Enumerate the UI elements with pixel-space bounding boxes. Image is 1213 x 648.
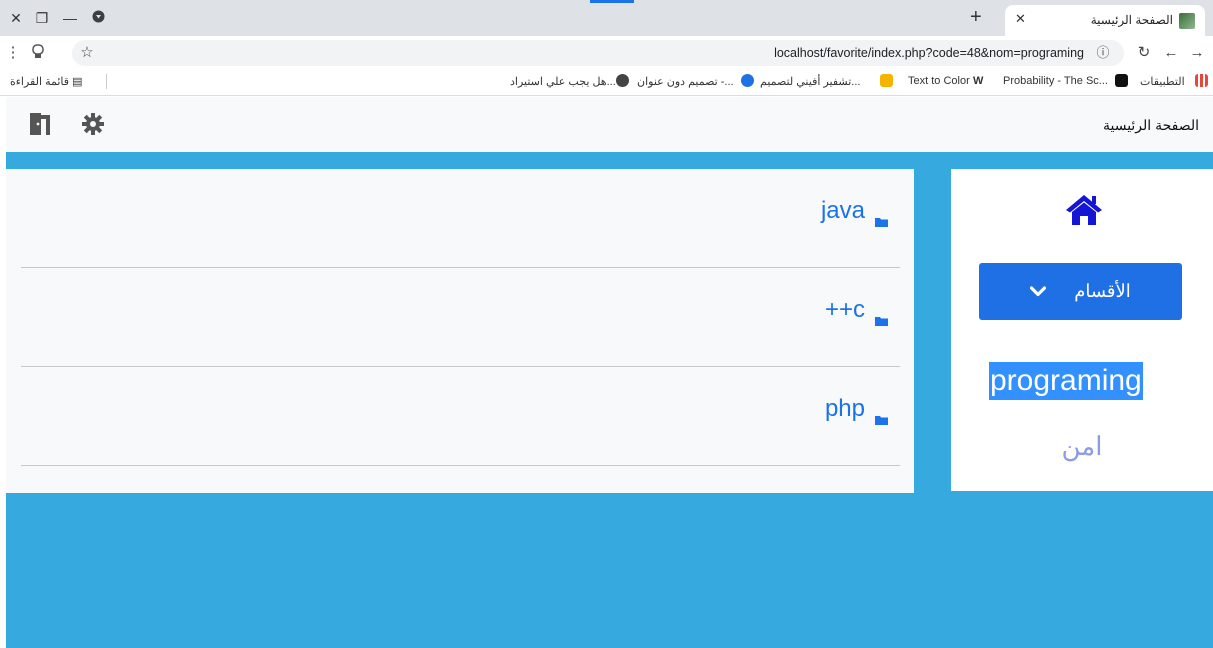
reading-list-icon: ▤ <box>72 76 83 88</box>
extension-icon[interactable] <box>29 44 47 65</box>
list-item: php <box>21 367 900 466</box>
w-logo-icon: W <box>973 75 984 87</box>
subcategory-link[interactable]: c++ <box>824 296 888 326</box>
url-text: localhost/favorite/index.php?code=48&nom… <box>774 46 1084 60</box>
folder-icon <box>875 404 888 425</box>
back-arrow-icon[interactable]: ← <box>1162 44 1180 62</box>
settings-gear-icon[interactable] <box>82 113 104 140</box>
bookmark-item[interactable]: Text to Color <box>908 75 970 87</box>
apps-shortcut[interactable]: التطبيقات <box>1140 75 1185 88</box>
chevron-down-icon <box>1030 281 1047 302</box>
menu-kebab-icon[interactable]: ⋮ <box>4 44 22 62</box>
apps-grid-icon <box>1195 74 1208 87</box>
bookmark-item[interactable]: تشفير أفيني لتصميم... <box>760 75 860 88</box>
site-info-icon[interactable]: ⓘ <box>1094 44 1112 62</box>
subcategory-label: php <box>824 395 865 422</box>
omnibox[interactable]: ☆ localhost/favorite/index.php?code=48&n… <box>72 40 1124 66</box>
bookmark-item[interactable]: هل يجب علي استيراد... <box>510 75 616 88</box>
bookmarks-bar: قائمة القراءة ▤ هل يجب علي استيراد... تص… <box>0 68 1213 96</box>
x-logo-icon <box>1115 74 1128 87</box>
profile-dot-icon[interactable] <box>88 9 108 27</box>
reload-icon[interactable]: ↻ <box>1135 44 1153 62</box>
categories-dropdown-label: الأقسام <box>1074 281 1131 301</box>
category-link[interactable]: امن <box>951 431 1213 462</box>
subcategory-link[interactable]: java <box>820 197 888 227</box>
tab-title: الصفحة الرئيسية <box>1090 13 1173 27</box>
subcategory-list: java c++ php <box>6 169 914 493</box>
reading-list-label: قائمة القراءة <box>10 76 70 88</box>
categories-dropdown-button[interactable]: الأقسام <box>979 263 1182 320</box>
globe-icon <box>616 74 629 87</box>
bookmark-item[interactable]: Probability - The Sc... <box>1003 75 1108 87</box>
list-item: java <box>21 169 900 268</box>
restore-window-icon[interactable]: ❐ <box>32 9 52 27</box>
bookmark-item[interactable]: تصميم دون عنوان -... <box>637 75 734 88</box>
subcategory-link[interactable]: php <box>824 395 888 425</box>
new-tab-button[interactable]: + <box>970 6 982 28</box>
reading-list-button[interactable]: قائمة القراءة ▤ <box>10 75 83 88</box>
logout-door-icon[interactable] <box>28 111 52 142</box>
subcategory-label: java <box>820 197 865 224</box>
close-window-icon[interactable]: ✕ <box>6 9 26 27</box>
canva-icon <box>741 74 754 87</box>
minimize-window-icon[interactable]: — <box>60 9 80 27</box>
site-favicon-icon <box>1179 13 1195 29</box>
tab-drag-indicator <box>590 0 634 3</box>
home-icon[interactable] <box>1065 193 1103 232</box>
list-item: c++ <box>21 268 900 367</box>
bookmark-star-icon[interactable]: ☆ <box>78 44 96 62</box>
close-tab-icon[interactable]: ✕ <box>1015 11 1026 27</box>
current-category-link[interactable]: programing <box>989 362 1143 400</box>
forward-arrow-icon[interactable]: → <box>1188 44 1206 62</box>
site-navbar: الصفحة الرئيسية <box>6 97 1213 152</box>
tab-home[interactable]: الصفحة الرئيسية ✕ <box>1005 5 1205 36</box>
folder-icon <box>875 305 888 326</box>
category-sidebar: الأقسام programing امن <box>951 169 1213 491</box>
subcategory-label: c++ <box>824 296 865 323</box>
address-bar-row: ⋮ ☆ localhost/favorite/index.php?code=48… <box>0 36 1213 68</box>
browser-tab-strip: ✕ ❐ — + الصفحة الرئيسية ✕ <box>0 0 1213 36</box>
navbar-brand[interactable]: الصفحة الرئيسية <box>1103 117 1199 134</box>
bookmarks-divider <box>106 74 107 89</box>
folder-icon <box>875 206 888 227</box>
bookmark-favicon-icon <box>880 74 893 87</box>
